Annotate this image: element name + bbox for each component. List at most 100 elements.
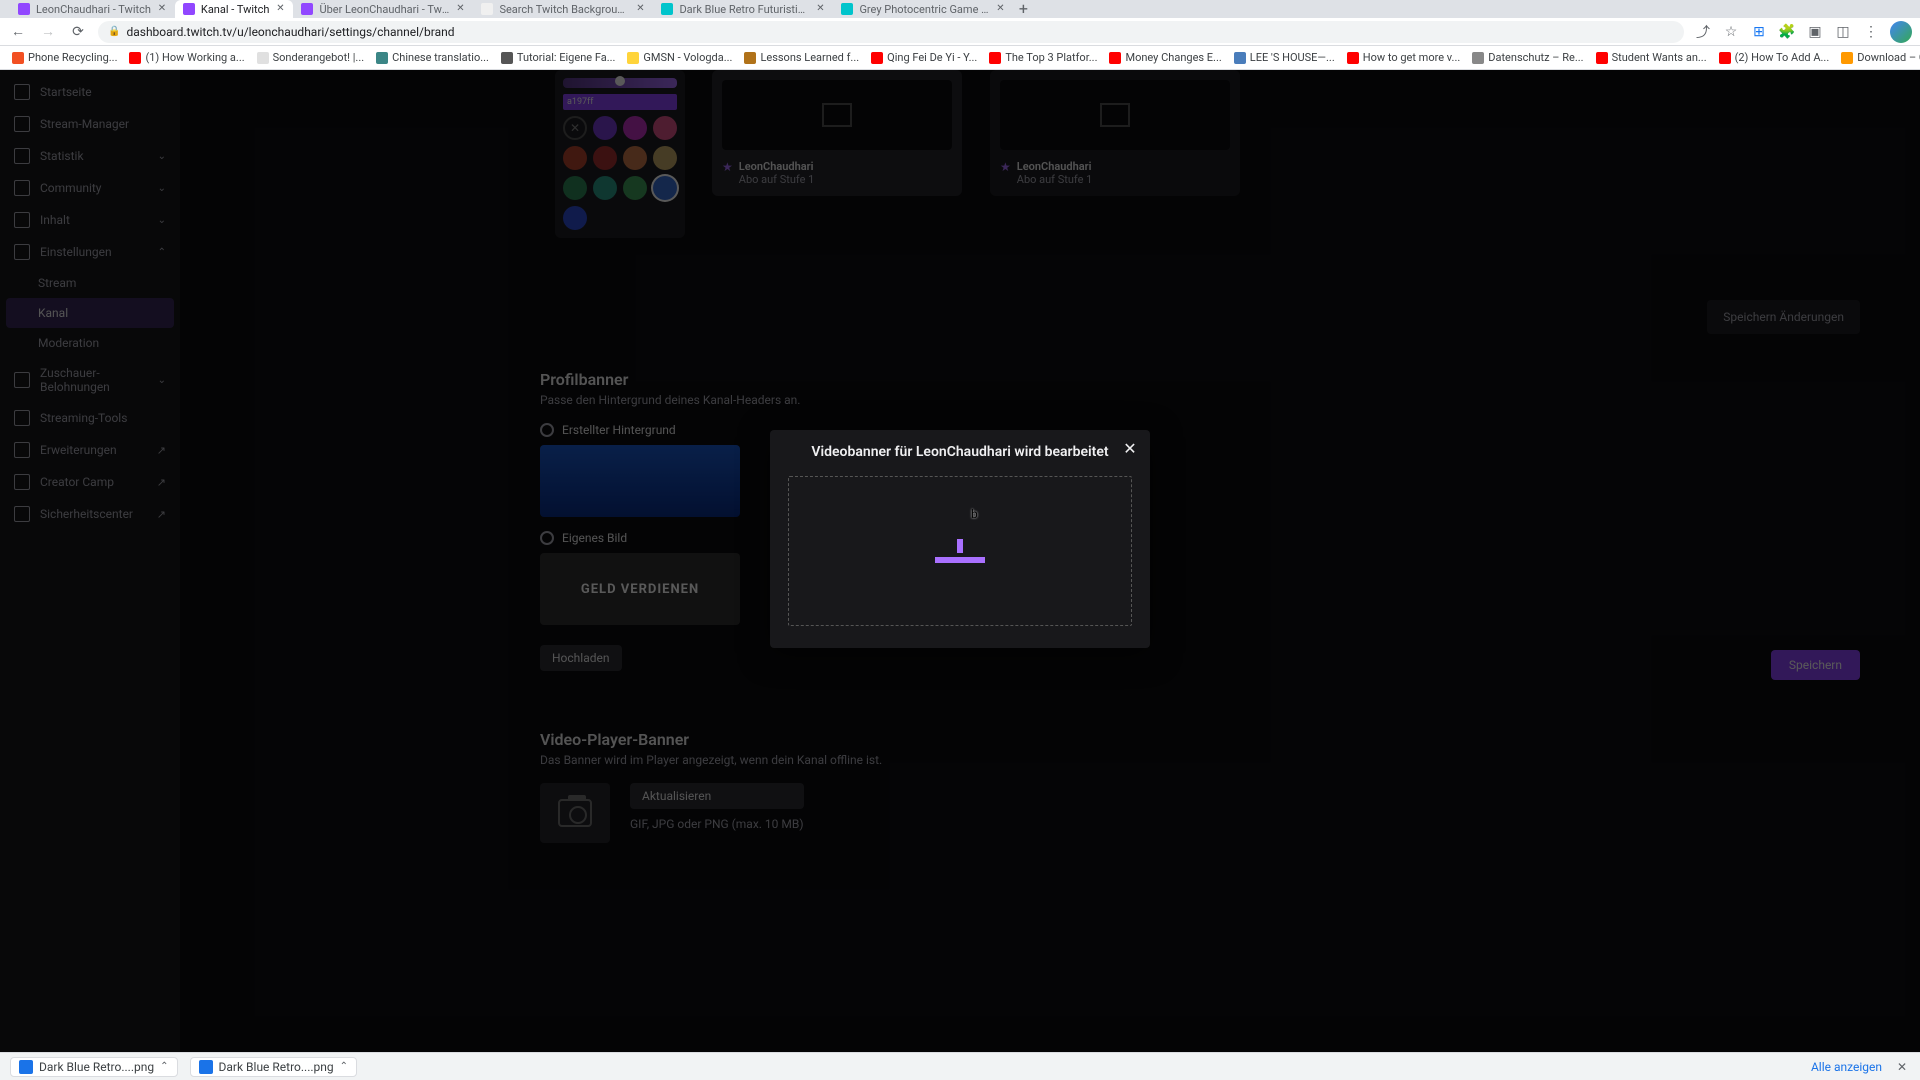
browser-tab-strip: LeonChaudhari - Twitch✕Kanal - Twitch✕Üb… (0, 0, 1920, 18)
bookmark-label: Student Wants an... (1612, 51, 1707, 64)
bookmark-label: Sonderangebot! |... (273, 51, 365, 64)
show-all-downloads[interactable]: Alle anzeigen (1811, 1060, 1882, 1074)
bookmark-favicon-icon (989, 52, 1001, 64)
bookmark-item[interactable]: Money Changes E... (1105, 49, 1225, 66)
profile-avatar[interactable] (1890, 21, 1912, 43)
tab-title: Über LeonChaudhari - Twitch (319, 3, 449, 16)
favicon-icon (841, 3, 853, 15)
back-button[interactable]: ← (8, 22, 28, 42)
twitch-dashboard-page: Startseite Stream-Manager Statistik⌄ Com… (0, 70, 1920, 1052)
bookmark-favicon-icon (376, 52, 388, 64)
side-panel-icon[interactable]: ◫ (1834, 23, 1852, 41)
favicon-icon (661, 3, 673, 15)
chevron-up-icon[interactable]: ⌃ (160, 1061, 168, 1072)
extensions-icon[interactable]: 🧩 (1778, 23, 1796, 41)
bookmark-item[interactable]: Chinese translatio... (372, 49, 493, 66)
bookmark-favicon-icon (871, 52, 883, 64)
tab-title: Search Twitch Background - C (499, 3, 629, 16)
bookmark-item[interactable]: Download – Cooki... (1837, 49, 1920, 66)
browser-tab[interactable]: Kanal - Twitch ✕ (175, 0, 294, 18)
tab-title: LeonChaudhari - Twitch (36, 3, 151, 16)
bookmark-favicon-icon (129, 52, 141, 64)
bookmark-favicon-icon (1841, 52, 1853, 64)
bookmark-favicon-icon (627, 52, 639, 64)
close-tab-icon[interactable]: ✕ (455, 4, 465, 14)
tab-title: Kanal - Twitch (201, 3, 270, 16)
close-tab-icon[interactable]: ✕ (157, 4, 167, 14)
chevron-up-icon[interactable]: ⌃ (340, 1061, 348, 1072)
bookmark-favicon-icon (501, 52, 513, 64)
bookmark-label: Download – Cooki... (1857, 51, 1920, 64)
bookmark-favicon-icon (1472, 52, 1484, 64)
browser-tab[interactable]: Grey Photocentric Game Nigh ✕ (833, 0, 1013, 18)
bookmark-label: How to get more v... (1363, 51, 1461, 64)
bookmark-item[interactable]: Lessons Learned f... (740, 49, 863, 66)
bookmark-item[interactable]: Sonderangebot! |... (253, 49, 369, 66)
grid-icon[interactable]: ⊞ (1750, 23, 1768, 41)
bookmark-item[interactable]: LEE 'S HOUSE—... (1230, 49, 1339, 66)
upload-dropzone[interactable]: b (788, 476, 1132, 626)
favicon-icon (183, 3, 195, 15)
browser-tab[interactable]: LeonChaudhari - Twitch ✕ (10, 0, 175, 18)
close-button[interactable]: ✕ (1118, 436, 1142, 460)
bookmark-item[interactable]: (1) How Working a... (125, 49, 248, 66)
tab-title: Dark Blue Retro Futuristic Stre (679, 3, 809, 16)
bookmark-item[interactable]: Qing Fei De Yi - Y... (867, 49, 981, 66)
bookmark-item[interactable]: Phone Recycling... (8, 49, 121, 66)
bookmark-item[interactable]: How to get more v... (1343, 49, 1465, 66)
bookmark-item[interactable]: The Top 3 Platfor... (985, 49, 1101, 66)
favicon-icon (301, 3, 313, 15)
download-item[interactable]: Dark Blue Retro....png ⌃ (10, 1057, 178, 1077)
bookmark-item[interactable]: Tutorial: Eigene Fa... (497, 49, 620, 66)
new-tab-button[interactable]: + (1013, 0, 1033, 18)
bookmark-label: Phone Recycling... (28, 51, 117, 64)
address-bar[interactable]: 🔒 dashboard.twitch.tv/u/leonchaudhari/se… (98, 21, 1684, 43)
bookmark-item[interactable]: Student Wants an... (1592, 49, 1711, 66)
loading-indicator (935, 539, 985, 563)
bookmark-label: LEE 'S HOUSE—... (1250, 51, 1335, 64)
close-downloads-shelf[interactable]: ✕ (1894, 1060, 1910, 1074)
forward-button[interactable]: → (38, 22, 58, 42)
favicon-icon (18, 3, 30, 15)
bookmark-label: (1) How Working a... (145, 51, 244, 64)
bookmark-favicon-icon (1347, 52, 1359, 64)
modal-title: Videobanner für LeonChaudhari wird bearb… (788, 444, 1132, 460)
bookmark-favicon-icon (744, 52, 756, 64)
bookmark-favicon-icon (1719, 52, 1731, 64)
panel-icon[interactable]: ▣ (1806, 23, 1824, 41)
menu-icon[interactable]: ⋮ (1862, 23, 1880, 41)
favicon-icon (481, 3, 493, 15)
cursor-indicator: b (971, 507, 978, 521)
browser-tab[interactable]: Über LeonChaudhari - Twitch ✕ (293, 0, 473, 18)
close-tab-icon[interactable]: ✕ (275, 4, 285, 14)
browser-tab[interactable]: Search Twitch Background - C ✕ (473, 0, 653, 18)
bookmark-label: GMSN - Vologda... (643, 51, 732, 64)
bookmark-label: Qing Fei De Yi - Y... (887, 51, 977, 64)
bookmark-favicon-icon (1596, 52, 1608, 64)
download-filename: Dark Blue Retro....png (39, 1060, 154, 1074)
bookmark-label: (2) How To Add A... (1735, 51, 1830, 64)
bookmark-item[interactable]: GMSN - Vologda... (623, 49, 736, 66)
bookmark-favicon-icon (12, 52, 24, 64)
tab-title: Grey Photocentric Game Nigh (859, 3, 989, 16)
browser-tab[interactable]: Dark Blue Retro Futuristic Stre ✕ (653, 0, 833, 18)
bookmark-label: Datenschutz – Re... (1488, 51, 1583, 64)
downloads-shelf: Dark Blue Retro....png ⌃ Dark Blue Retro.… (0, 1052, 1920, 1080)
close-tab-icon[interactable]: ✕ (995, 4, 1005, 14)
close-tab-icon[interactable]: ✕ (815, 4, 825, 14)
browser-toolbar: ← → ⟳ 🔒 dashboard.twitch.tv/u/leonchaudh… (0, 18, 1920, 46)
star-icon[interactable]: ☆ (1722, 23, 1740, 41)
bookmark-label: Money Changes E... (1125, 51, 1221, 64)
file-icon (19, 1060, 33, 1074)
download-item[interactable]: Dark Blue Retro....png ⌃ (190, 1057, 358, 1077)
bookmark-label: Tutorial: Eigene Fa... (517, 51, 616, 64)
close-tab-icon[interactable]: ✕ (635, 4, 645, 14)
bookmark-favicon-icon (1234, 52, 1246, 64)
download-filename: Dark Blue Retro....png (219, 1060, 334, 1074)
bookmark-favicon-icon (257, 52, 269, 64)
bookmark-item[interactable]: Datenschutz – Re... (1468, 49, 1587, 66)
share-icon[interactable]: ⤴ (1694, 23, 1712, 41)
bookmark-item[interactable]: (2) How To Add A... (1715, 49, 1834, 66)
reload-button[interactable]: ⟳ (68, 22, 88, 42)
file-icon (199, 1060, 213, 1074)
